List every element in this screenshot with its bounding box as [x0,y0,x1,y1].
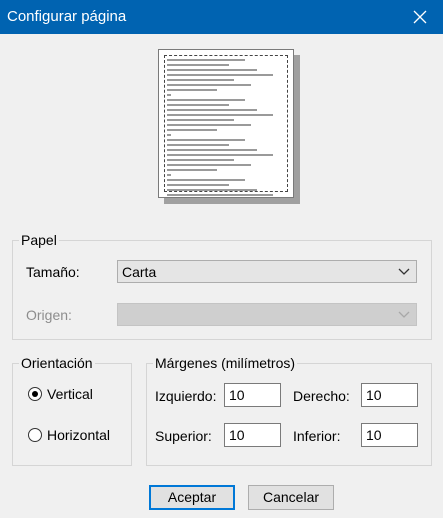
cancel-button[interactable]: Cancelar [248,485,334,510]
size-select-value: Carta [122,264,157,280]
margins-legend: Márgenes (milímetros) [155,355,296,371]
portrait-radio[interactable] [28,387,42,401]
page-preview [158,49,294,198]
size-select[interactable]: Carta [117,260,417,283]
right-margin-input[interactable]: 10 [361,383,418,407]
right-margin-label: Derecho: [293,388,350,404]
landscape-radio[interactable] [28,428,42,442]
close-button[interactable] [397,0,443,34]
chevron-down-icon [398,311,410,318]
top-margin-label: Superior: [155,428,212,444]
close-icon [413,10,427,24]
title-bar: Configurar página [0,0,443,34]
size-label: Tamaño: [26,264,80,280]
window-title: Configurar página [7,8,127,25]
accept-button[interactable]: Aceptar [149,485,235,510]
left-margin-input[interactable]: 10 [224,383,281,407]
radio-selected-dot [32,391,38,397]
paper-legend: Papel [21,232,57,248]
page-preview-text [167,59,279,199]
orientation-group: Orientación [12,355,132,466]
orientation-legend: Orientación [21,355,93,371]
left-margin-label: Izquierdo: [155,388,217,404]
bottom-margin-label: Inferior: [293,428,341,444]
chevron-down-icon [398,268,410,275]
top-margin-input[interactable]: 10 [224,423,281,447]
source-select[interactable] [117,303,417,326]
landscape-label[interactable]: Horizontal [47,427,110,443]
portrait-label[interactable]: Vertical [47,386,93,402]
bottom-margin-input[interactable]: 10 [361,423,418,447]
margins-group: Márgenes (milímetros) [146,355,432,466]
source-label: Origen: [26,307,72,323]
